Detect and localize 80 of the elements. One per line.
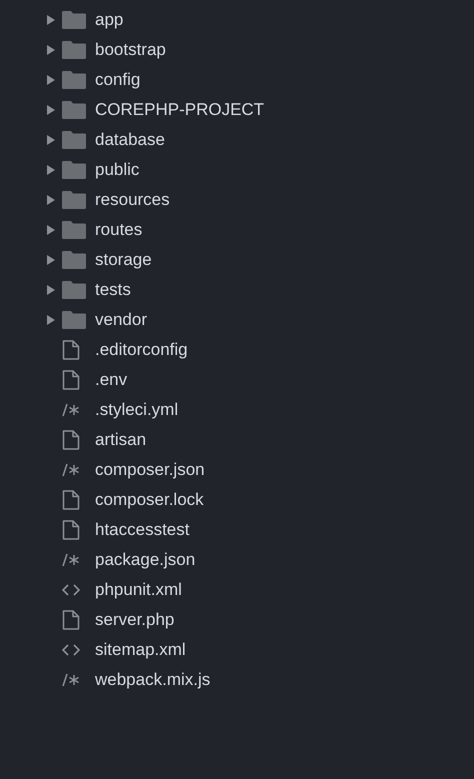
comment-icon	[62, 553, 80, 567]
file-icon	[62, 490, 80, 510]
comment-icon	[62, 673, 80, 687]
item-name: sitemap.xml	[95, 639, 186, 662]
file-item[interactable]: composer.lock	[0, 485, 474, 515]
file-item[interactable]: .editorconfig	[0, 335, 474, 365]
item-name: routes	[95, 219, 142, 242]
item-name: config	[95, 69, 140, 92]
file-item[interactable]: htaccesstest	[0, 515, 474, 545]
item-name: app	[95, 9, 124, 32]
caret-right-icon[interactable]	[47, 45, 56, 55]
caret-right-icon[interactable]	[47, 165, 56, 175]
folder-item[interactable]: storage	[0, 245, 474, 275]
file-item[interactable]: webpack.mix.js	[0, 665, 474, 695]
item-name: bootstrap	[95, 39, 166, 62]
item-name: tests	[95, 279, 131, 302]
item-name: .env	[95, 369, 128, 392]
item-name: htaccesstest	[95, 519, 190, 542]
folder-item[interactable]: tests	[0, 275, 474, 305]
item-name: package.json	[95, 549, 196, 572]
file-item[interactable]: server.php	[0, 605, 474, 635]
item-name: database	[95, 129, 165, 152]
caret-right-icon[interactable]	[47, 285, 56, 295]
folder-item[interactable]: routes	[0, 215, 474, 245]
item-name: webpack.mix.js	[95, 669, 210, 692]
folder-item[interactable]: vendor	[0, 305, 474, 335]
folder-item[interactable]: public	[0, 155, 474, 185]
folder-item[interactable]: database	[0, 125, 474, 155]
folder-icon	[62, 131, 86, 149]
folder-item[interactable]: config	[0, 65, 474, 95]
file-item[interactable]: .styleci.yml	[0, 395, 474, 425]
file-icon	[62, 520, 80, 540]
item-name: .editorconfig	[95, 339, 188, 362]
folder-icon	[62, 251, 86, 269]
folder-icon	[62, 161, 86, 179]
caret-right-icon[interactable]	[47, 105, 56, 115]
caret-right-icon[interactable]	[47, 15, 56, 25]
folder-icon	[62, 281, 86, 299]
caret-right-icon[interactable]	[47, 315, 56, 325]
folder-icon	[62, 101, 86, 119]
file-item[interactable]: package.json	[0, 545, 474, 575]
item-name: composer.lock	[95, 489, 204, 512]
folder-icon	[62, 11, 86, 29]
file-item[interactable]: phpunit.xml	[0, 575, 474, 605]
folder-item[interactable]: bootstrap	[0, 35, 474, 65]
item-name: composer.json	[95, 459, 205, 482]
file-item[interactable]: .env	[0, 365, 474, 395]
item-name: .styleci.yml	[95, 399, 178, 422]
folder-icon	[62, 191, 86, 209]
comment-icon	[62, 403, 80, 417]
item-name: resources	[95, 189, 170, 212]
folder-icon	[62, 41, 86, 59]
folder-item[interactable]: app	[0, 5, 474, 35]
caret-right-icon[interactable]	[47, 195, 56, 205]
item-name: COREPHP-PROJECT	[95, 99, 264, 122]
item-name: server.php	[95, 609, 174, 632]
folder-item[interactable]: COREPHP-PROJECT	[0, 95, 474, 125]
folder-item[interactable]: resources	[0, 185, 474, 215]
file-icon	[62, 610, 80, 630]
caret-right-icon[interactable]	[47, 255, 56, 265]
code-icon	[62, 584, 80, 596]
item-name: public	[95, 159, 140, 182]
folder-icon	[62, 71, 86, 89]
item-name: vendor	[95, 309, 147, 332]
caret-right-icon[interactable]	[47, 75, 56, 85]
file-item[interactable]: artisan	[0, 425, 474, 455]
item-name: artisan	[95, 429, 146, 452]
item-name: phpunit.xml	[95, 579, 182, 602]
item-name: storage	[95, 249, 152, 272]
file-item[interactable]: composer.json	[0, 455, 474, 485]
caret-right-icon[interactable]	[47, 225, 56, 235]
file-icon	[62, 430, 80, 450]
caret-right-icon[interactable]	[47, 135, 56, 145]
comment-icon	[62, 463, 80, 477]
file-icon	[62, 340, 80, 360]
folder-icon	[62, 221, 86, 239]
folder-icon	[62, 311, 86, 329]
file-icon	[62, 370, 80, 390]
code-icon	[62, 644, 80, 656]
file-item[interactable]: sitemap.xml	[0, 635, 474, 665]
